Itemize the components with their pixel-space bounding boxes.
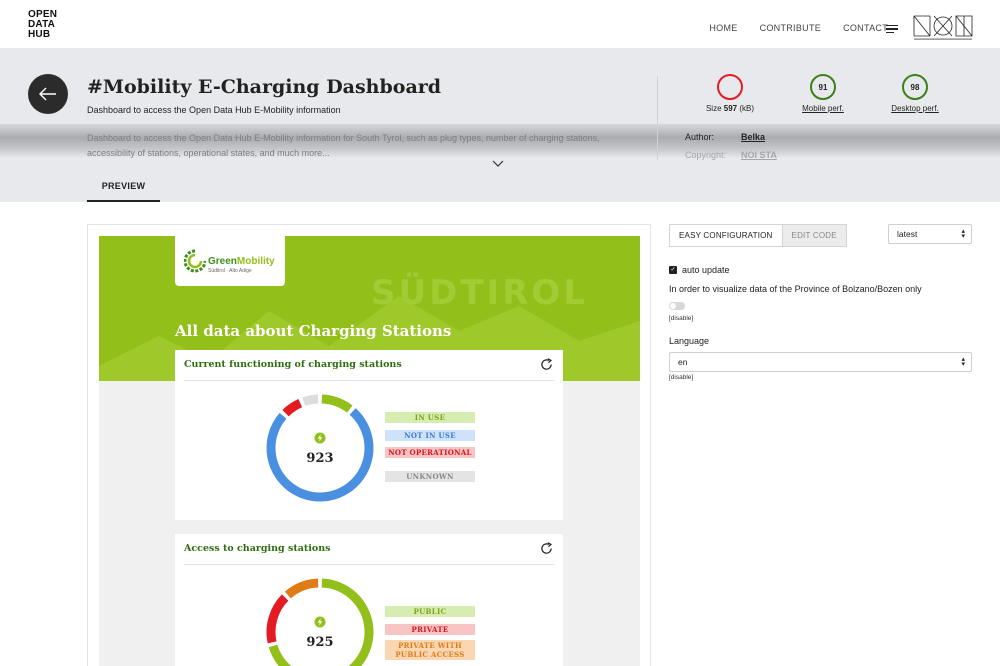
- total-count: 923: [306, 451, 334, 466]
- nav-links: HOME CONTRIBUTE CONTACT: [709, 23, 888, 33]
- auto-update-checkbox[interactable]: ✓: [669, 266, 677, 274]
- tab-edit-code[interactable]: EDIT CODE: [781, 225, 846, 246]
- widget-preview-frame: SÜDTIROL GreenMobility Südtirol · Alto A…: [87, 224, 651, 666]
- copyright-key: Copyright:: [685, 150, 727, 160]
- author-link[interactable]: Belka: [741, 132, 765, 142]
- refresh-icon[interactable]: [540, 542, 553, 555]
- nav-contact-link[interactable]: CONTACT: [843, 23, 888, 33]
- widget-preview: SÜDTIROL GreenMobility Südtirol · Alto A…: [99, 236, 640, 666]
- disable-link[interactable]: [disable]: [669, 315, 693, 322]
- province-toggle[interactable]: [669, 302, 685, 310]
- page-title: #Mobility E-Charging Dashboard: [87, 76, 442, 98]
- chart-card-access: Access to charging stations 925 PUBLIC P…: [175, 534, 563, 666]
- logo-line: HUB: [28, 29, 51, 40]
- nav-contribute-link[interactable]: CONTRIBUTE: [760, 23, 822, 33]
- desktop-performance[interactable]: 98 Desktop perf.: [885, 74, 945, 113]
- sudtirol-watermark: SÜDTIROL: [371, 273, 588, 313]
- legend-not-in-use[interactable]: NOT IN USE: [385, 430, 475, 441]
- author-key: Author:: [685, 132, 715, 142]
- charging-bolt-icon: [314, 432, 326, 444]
- size-metric: Size 597 (kB): [700, 74, 760, 113]
- refresh-icon[interactable]: [540, 358, 553, 371]
- greenmobility-logo-icon: [184, 249, 206, 273]
- nav-home-link[interactable]: HOME: [709, 23, 737, 33]
- chevron-down-icon[interactable]: [492, 160, 504, 168]
- back-button[interactable]: [28, 74, 68, 114]
- config-tabs: EASY CONFIGURATION EDIT CODE: [669, 224, 847, 247]
- mobile-performance[interactable]: 91 Mobile perf.: [793, 74, 853, 113]
- page-subtitle: Dashboard to access the Open Data Hub E-…: [87, 105, 341, 115]
- donut-chart-functioning: [266, 394, 374, 502]
- legend-not-operational[interactable]: NOT OPERATIONAL: [385, 447, 475, 458]
- chart-title-access: Access to charging stations: [184, 543, 331, 554]
- top-navigation: OPEN DATA HUB HOME CONTRIBUTE CONTACT: [0, 0, 1000, 48]
- menu-icon[interactable]: [886, 25, 898, 34]
- disable-link[interactable]: [disable]: [669, 374, 693, 381]
- size-label: Size 597 (kB): [705, 104, 755, 113]
- mobile-perf-link[interactable]: Mobile perf.: [793, 104, 853, 113]
- opendatahub-logo[interactable]: OPEN DATA HUB: [28, 10, 57, 40]
- noi-techpark-logo[interactable]: [912, 14, 974, 42]
- mobile-score: 91: [810, 74, 836, 100]
- select-arrows-icon: ▴ ▾: [961, 356, 965, 368]
- donut-slice-private-with-public-access[interactable]: [284, 578, 319, 599]
- donut-slice-private[interactable]: [266, 594, 289, 644]
- auto-update-row: ✓ auto update: [669, 265, 730, 275]
- greenmobility-name: GreenMobility: [208, 256, 275, 267]
- select-arrows-icon: ▴ ▾: [961, 228, 965, 240]
- size-ring-icon: [717, 74, 743, 100]
- charging-bolt-icon: [314, 616, 326, 628]
- chart-card-functioning: Current functioning of charging stations…: [175, 350, 563, 520]
- version-value: latest: [897, 229, 918, 239]
- copyright-row: Copyright: NOI STA: [685, 150, 777, 160]
- legend-unknown[interactable]: UNKNOWN: [385, 471, 475, 482]
- donut-slice-unknown[interactable]: [302, 394, 319, 407]
- author-row: Author: Belka: [685, 132, 765, 142]
- arrow-left-icon: [39, 87, 56, 101]
- province-info-text: In order to visualize data of the Provin…: [669, 284, 922, 294]
- total-count: 925: [306, 635, 334, 650]
- greenmobility-subtitle: Südtirol · Alto Adige: [208, 268, 252, 274]
- language-label: Language: [669, 336, 710, 346]
- desktop-perf-link[interactable]: Desktop perf.: [885, 104, 945, 113]
- copyright-value: NOI STA: [741, 150, 777, 160]
- greenmobility-logo[interactable]: GreenMobility Südtirol · Alto Adige: [175, 236, 285, 286]
- legend-private[interactable]: PRIVATE: [385, 624, 475, 635]
- legend-in-use[interactable]: IN USE: [385, 412, 475, 423]
- chart-divider: [184, 380, 554, 381]
- desktop-score: 98: [902, 74, 928, 100]
- donut-slice-in-use[interactable]: [321, 394, 353, 413]
- tab-easy-configuration[interactable]: EASY CONFIGURATION: [670, 225, 782, 246]
- auto-update-label: auto update: [682, 265, 730, 275]
- language-select[interactable]: en ▴ ▾: [669, 352, 972, 372]
- chart-divider: [184, 564, 554, 565]
- widget-title: All data about Charging Stations: [175, 322, 452, 340]
- legend-private-public-access[interactable]: PRIVATE WITH PUBLIC ACCESS: [385, 640, 475, 660]
- version-select[interactable]: latest ▴ ▾: [888, 224, 972, 244]
- language-value: en: [678, 357, 688, 367]
- project-description: Dashboard to access the Open Data Hub E-…: [87, 133, 600, 158]
- header-divider: [657, 76, 658, 160]
- tab-preview[interactable]: PREVIEW: [87, 175, 160, 202]
- donut-slice-not-operational[interactable]: [282, 399, 303, 417]
- legend-public[interactable]: PUBLIC: [385, 606, 475, 617]
- chart-title-functioning: Current functioning of charging stations: [184, 359, 402, 370]
